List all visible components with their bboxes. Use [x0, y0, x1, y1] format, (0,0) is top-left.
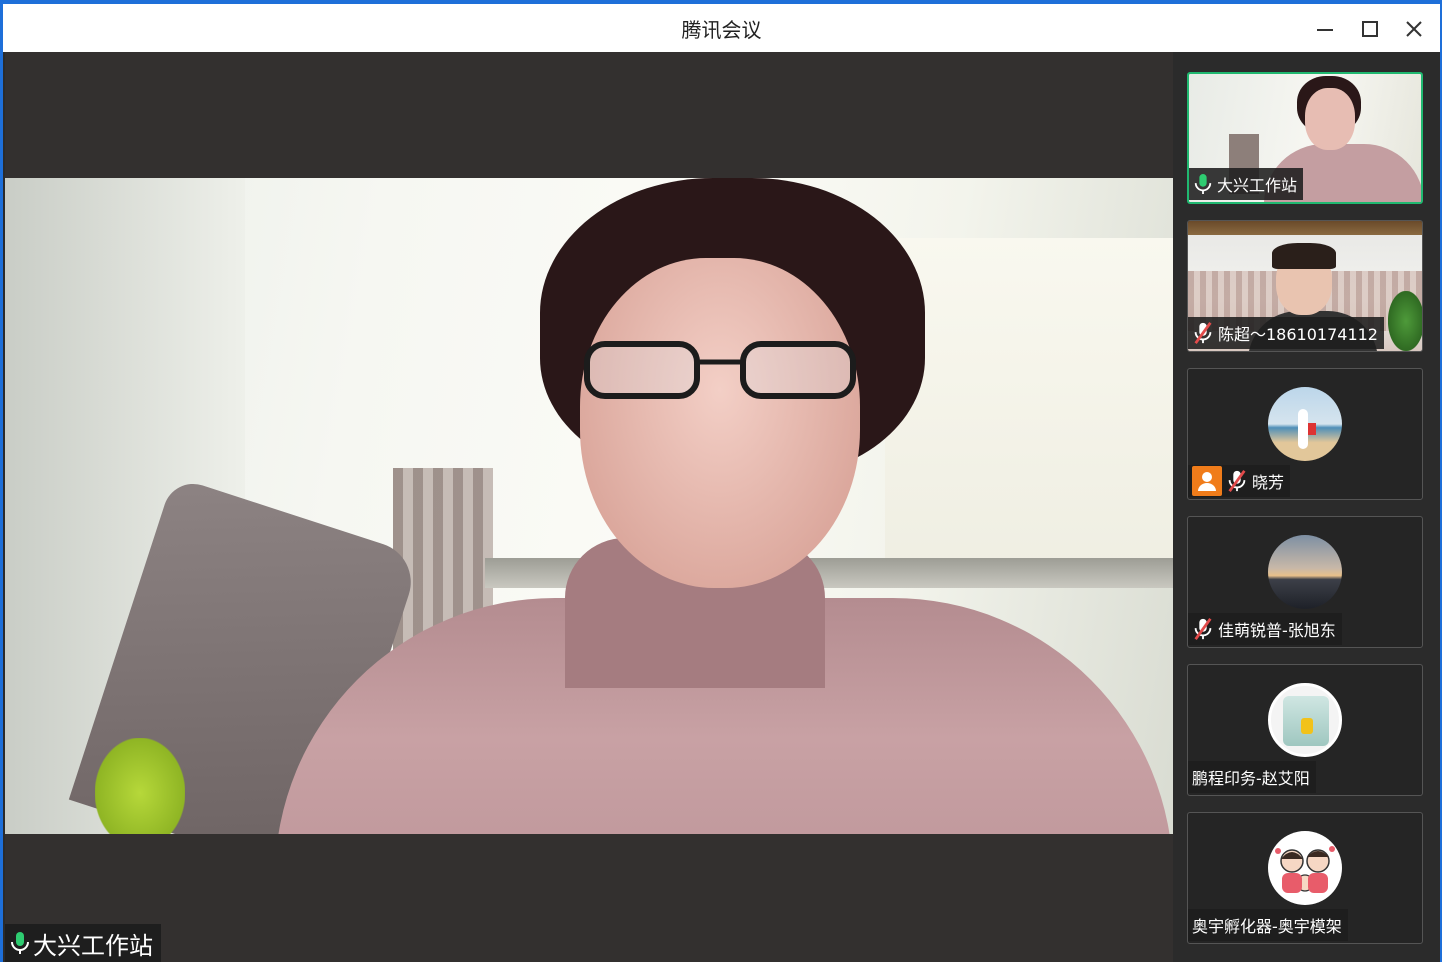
- participant-label: 奥宇孵化器-奥宇模架: [1188, 909, 1348, 941]
- main-speaker-badge: 大兴工作站: [5, 924, 161, 962]
- video-person-face: [1305, 88, 1355, 150]
- title-bar[interactable]: 腾讯会议: [3, 4, 1440, 52]
- participant-tile[interactable]: 鹏程印务-赵艾阳: [1187, 664, 1423, 796]
- participant-name: 晓芳: [1252, 473, 1285, 492]
- minimize-button[interactable]: [1308, 12, 1342, 46]
- microphone-muted-icon: [1192, 321, 1214, 345]
- window-title: 腾讯会议: [681, 18, 762, 42]
- participant-tile[interactable]: 奥宇孵化器-奥宇模架: [1187, 812, 1423, 944]
- avatar: [1268, 683, 1342, 757]
- participant-label: 佳萌锐普-张旭东: [1188, 613, 1342, 645]
- participant-label: 鹏程印务-赵艾阳: [1188, 761, 1316, 793]
- avatar: [1268, 387, 1342, 461]
- participant-name: 大兴工作站: [1217, 176, 1298, 195]
- maximize-button[interactable]: [1353, 12, 1387, 46]
- participant-tile[interactable]: 佳萌锐普-张旭东: [1187, 516, 1423, 648]
- close-button[interactable]: [1397, 12, 1431, 46]
- avatar: [1268, 831, 1342, 905]
- participant-name: 奥宇孵化器-奥宇模架: [1192, 917, 1342, 936]
- main-speaker-video: [5, 178, 1173, 834]
- video-person-hair: [1272, 243, 1336, 269]
- avatar: [1268, 535, 1342, 609]
- video-window-light: [885, 238, 1173, 578]
- participant-name: 佳萌锐普-张旭东: [1218, 621, 1336, 640]
- participant-name: 陈超～18610174112: [1218, 325, 1378, 344]
- participant-tile[interactable]: 大兴工作站: [1187, 72, 1423, 204]
- main-video-stage[interactable]: 大兴工作站: [5, 52, 1173, 962]
- minimize-icon: [1317, 29, 1333, 31]
- video-person-face: [580, 258, 860, 588]
- participant-label: 晓芳: [1188, 465, 1291, 497]
- participant-tile[interactable]: 陈超～18610174112: [1187, 220, 1423, 352]
- participant-label: 大兴工作站: [1189, 168, 1304, 200]
- microphone-icon: [1193, 172, 1213, 196]
- video-plant: [95, 738, 185, 834]
- video-person-glasses: [584, 341, 856, 399]
- video-plant: [1388, 291, 1422, 351]
- family-cartoon-icon: [1275, 846, 1335, 893]
- avatar-figure: [1298, 409, 1308, 449]
- microphone-muted-icon: [1192, 617, 1214, 641]
- participant-tile[interactable]: 晓芳: [1187, 368, 1423, 500]
- participant-sidebar[interactable]: 大兴工作站 陈超～18610174112 晓芳 佳萌锐普-张旭东 鹏程印务-赵艾…: [1173, 52, 1440, 962]
- close-icon: [1406, 21, 1422, 37]
- avatar-child: [1301, 718, 1313, 734]
- maximize-icon: [1362, 21, 1378, 37]
- participant-label: 陈超～18610174112: [1188, 317, 1384, 349]
- microphone-icon: [9, 930, 31, 956]
- meeting-window: 腾讯会议 大兴工作站 大兴工作站 陈超～18610174112 晓芳 佳萌锐普-…: [3, 4, 1440, 962]
- host-user-icon: [1192, 466, 1222, 496]
- microphone-muted-icon: [1226, 469, 1248, 493]
- main-speaker-name: 大兴工作站: [33, 931, 153, 960]
- avatar-figure-accent: [1308, 423, 1316, 435]
- participant-name: 鹏程印务-赵艾阳: [1192, 769, 1310, 788]
